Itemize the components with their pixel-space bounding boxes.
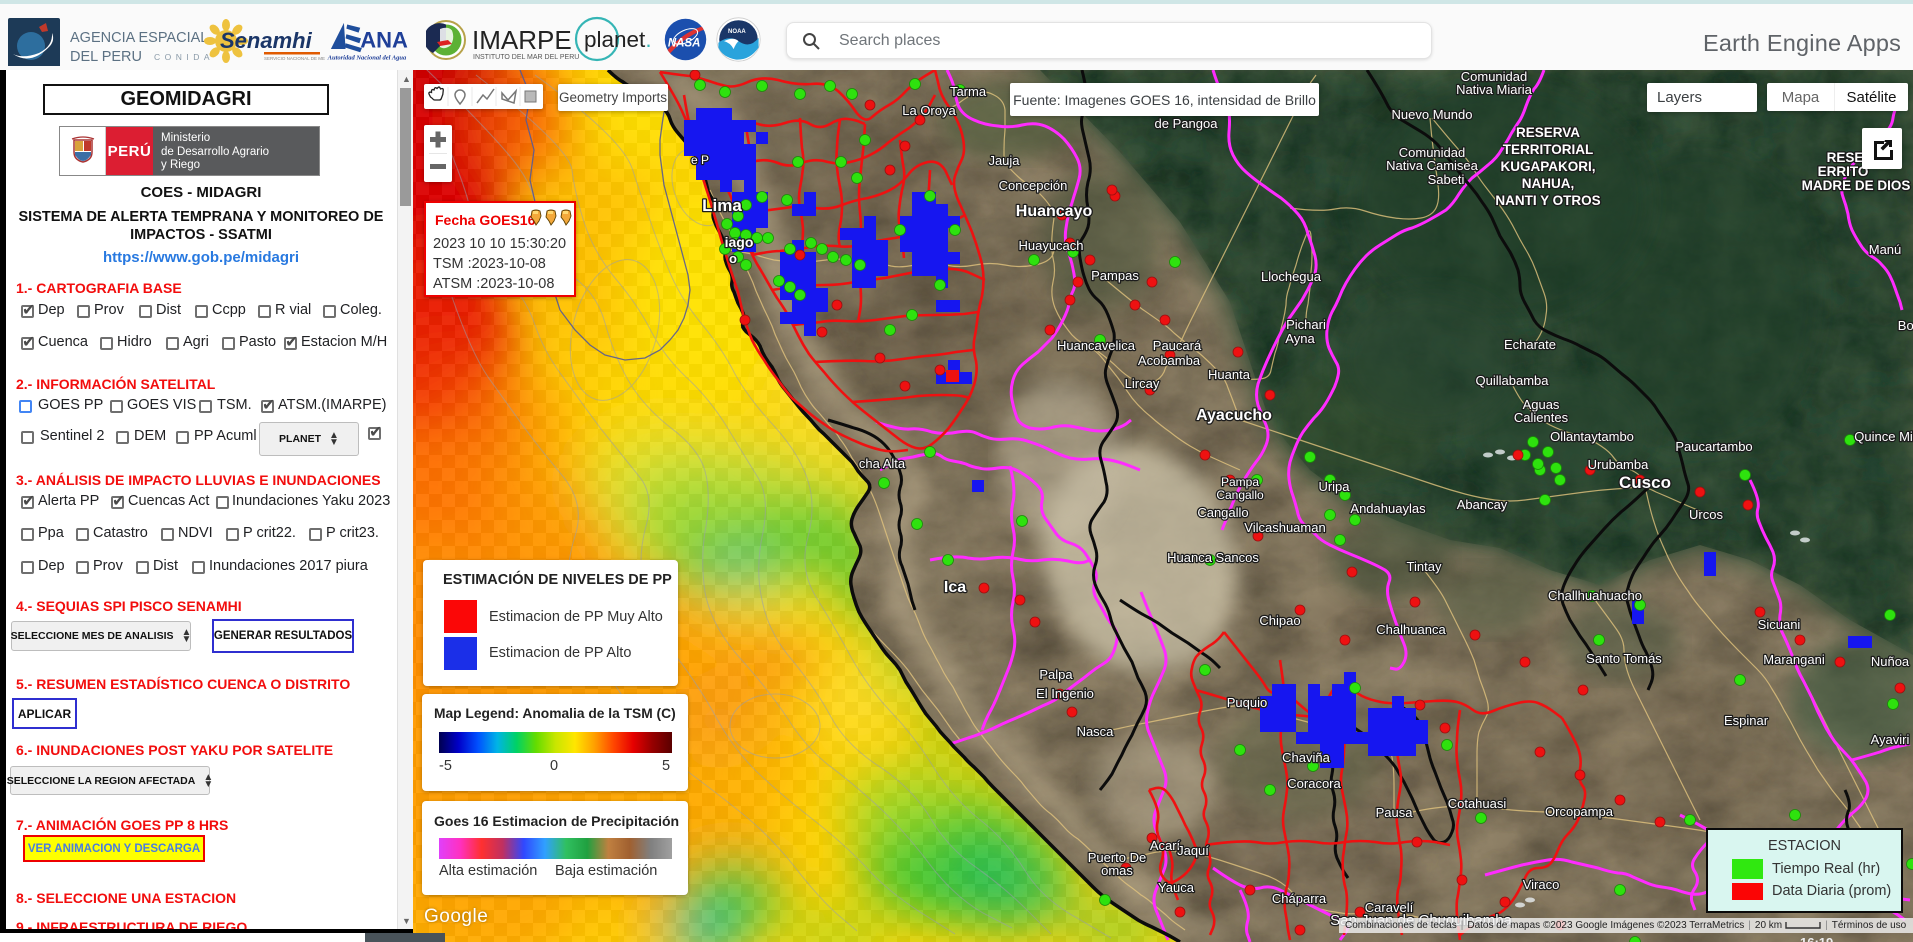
svg-text:San Juan de Chuquibamba: San Juan de Chuquibamba [1330,912,1512,929]
svg-text:KUGAPAKORI,: KUGAPAKORI, [1500,159,1595,174]
svg-text:Quince Mil: Quince Mil [1854,429,1913,444]
svg-text:Espinar: Espinar [1724,713,1769,728]
svg-text:planet.: planet. [584,27,652,52]
svg-text:Cháparra: Cháparra [1272,891,1327,906]
svg-text:Manú: Manú [1869,242,1902,257]
svg-text:Nativa Camisea: Nativa Camisea [1386,158,1479,173]
svg-text:Autoridad Nacional del Agua: Autoridad Nacional del Agua [327,55,407,62]
svg-text:Huayucach: Huayucach [1018,238,1083,253]
svg-text:Marangani: Marangani [1763,652,1825,667]
svg-text:Huancayo: Huancayo [1016,203,1093,220]
svg-text:Vilcashuaman: Vilcashuaman [1244,520,1325,535]
svg-text:Paucará: Paucará [1153,338,1202,353]
svg-text:Andahuaylas: Andahuaylas [1350,501,1426,516]
svg-text:Lircay: Lircay [1125,376,1160,391]
svg-text:Chipao: Chipao [1259,613,1300,628]
svg-text:Nuñoa: Nuñoa [1871,654,1910,669]
svg-text:Puquio: Puquio [1227,695,1267,710]
svg-text:Cangallo: Cangallo [1197,505,1248,520]
svg-text:Nativa Miaria: Nativa Miaria [1456,82,1533,97]
svg-text:Santo Tomás: Santo Tomás [1586,651,1662,666]
svg-text:Ayacucho: Ayacucho [1196,407,1272,424]
svg-text:DEL PERU: DEL PERU [70,49,142,65]
svg-text:Chalhuanca: Chalhuanca [1376,622,1446,637]
svg-text:Acobamba: Acobamba [1138,353,1201,368]
svg-text:Huancavelica: Huancavelica [1057,338,1136,353]
svg-text:Lima: Lima [702,196,742,215]
svg-text:Cusco: Cusco [1619,473,1671,492]
svg-text:Concepción: Concepción [999,178,1068,193]
svg-text:NASA: NASA [668,37,701,49]
svg-text:cha Alta: cha Alta [859,456,906,471]
svg-text:Cotahuasi: Cotahuasi [1448,796,1507,811]
svg-text:Challhuahuacho: Challhuahuacho [1548,588,1642,603]
svg-text:Coracora: Coracora [1287,776,1341,791]
svg-text:Uripa: Uripa [1318,479,1350,494]
svg-text:NAHUA,: NAHUA, [1522,176,1575,191]
svg-text:SERVICIO NACIONAL DE METEOROLO: SERVICIO NACIONAL DE METEOROLOGIA [264,56,325,61]
svg-text:El Ingenio: El Ingenio [1036,686,1094,701]
svg-text:Pampas: Pampas [1091,268,1139,283]
svg-text:omas: omas [1101,863,1133,878]
svg-text:Calientes: Calientes [1514,410,1569,425]
svg-text:ANA: ANA [360,27,408,52]
svg-text:Sabeti: Sabeti [1428,172,1465,187]
svg-text:NOAA: NOAA [728,29,746,35]
svg-text:Tarma: Tarma [950,84,987,99]
svg-text:Ayna: Ayna [1285,331,1315,346]
svg-text:Jaquí: Jaquí [1177,843,1209,858]
svg-text:RESERVA: RESERVA [1516,125,1580,140]
svg-text:Nuevo Mundo: Nuevo Mundo [1392,107,1473,122]
svg-text:Ollantaytambo: Ollantaytambo [1550,429,1634,444]
svg-text:Ica: Ica [944,579,966,596]
svg-text:INSTITUTO DEL MAR DEL PERU: INSTITUTO DEL MAR DEL PERU [473,54,579,61]
svg-text:MADRE DE DIOS: MADRE DE DIOS [1802,178,1911,193]
svg-text:NANTI Y OTROS: NANTI Y OTROS [1495,193,1600,208]
svg-text:La Oroya: La Oroya [902,103,956,118]
svg-text:IMARPE: IMARPE [472,25,572,55]
svg-text:ERRITO: ERRITO [1818,164,1869,179]
svg-text:Palpa: Palpa [1039,667,1073,682]
svg-text:de Pangoa: de Pangoa [1155,116,1219,131]
svg-text:iago: iago [725,234,754,250]
svg-text:Yauca: Yauca [1158,880,1195,895]
svg-text:Tintay: Tintay [1407,559,1442,574]
svg-text:Huanta: Huanta [1208,367,1251,382]
svg-text:o: o [729,251,737,266]
svg-text:RESE: RESE [1827,150,1864,165]
svg-text:Senamhi: Senamhi [220,28,313,53]
svg-text:Huanca Sancos: Huanca Sancos [1167,550,1259,565]
svg-text:Boc: Boc [1898,318,1913,333]
svg-text:Echarate: Echarate [1504,337,1556,352]
svg-text:Paucartambo: Paucartambo [1675,439,1752,454]
svg-text:Viraco: Viraco [1523,877,1560,892]
svg-text:Pampa: Pampa [1221,475,1259,489]
svg-text:Chaviña: Chaviña [1282,750,1330,765]
svg-text:Jauja: Jauja [988,153,1020,168]
svg-text:Cangallo: Cangallo [1216,488,1264,502]
svg-text:Llochegua: Llochegua [1261,269,1322,284]
svg-text:Ayaviri: Ayaviri [1871,732,1910,747]
svg-text:Sicuani: Sicuani [1758,617,1801,632]
svg-text:AGENCIA ESPACIAL: AGENCIA ESPACIAL [70,30,208,46]
svg-text:Pausa: Pausa [1376,805,1414,820]
svg-text:Nasca: Nasca [1077,724,1115,739]
svg-text:Abancay: Abancay [1457,497,1508,512]
svg-text:Orcopampa: Orcopampa [1545,804,1614,819]
svg-text:Acarí: Acarí [1150,838,1181,853]
svg-text:TERRITORIAL: TERRITORIAL [1503,142,1594,157]
svg-text:Urcos: Urcos [1689,507,1723,522]
svg-text:Urubamba: Urubamba [1588,457,1649,472]
svg-text:Quillabamba: Quillabamba [1476,373,1550,388]
svg-text:Pichari: Pichari [1286,317,1326,332]
svg-text:e P: e P [691,153,709,167]
